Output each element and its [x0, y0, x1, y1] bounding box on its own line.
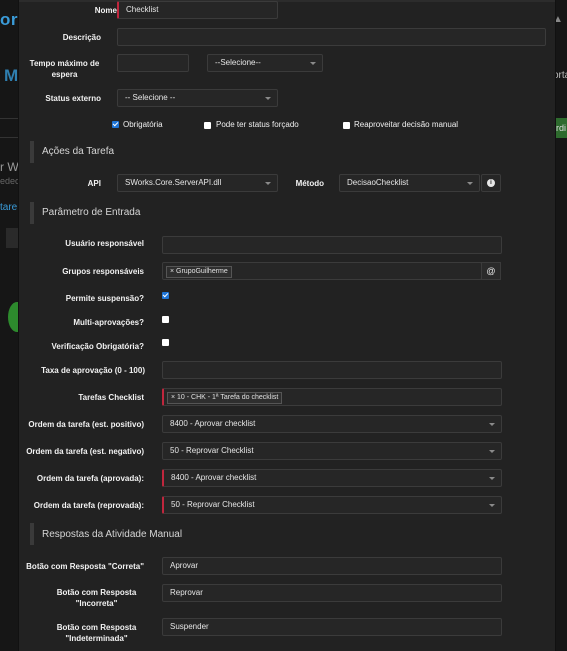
chevron-down-icon — [489, 450, 495, 453]
ordem-aprovada-value: 8400 - Aprovar checklist — [171, 473, 257, 482]
chevron-down-icon — [310, 62, 316, 65]
chevron-down-icon — [489, 504, 495, 507]
suspensao-label: Permite suspensão? — [65, 294, 144, 303]
acoes-section-title: Ações da Tarefa — [42, 146, 115, 157]
suspensao-checkbox[interactable] — [162, 292, 169, 299]
status-externo-select[interactable]: -- Selecione -- — [117, 89, 278, 107]
ordem-positivo-select[interactable]: 8400 - Aprovar checklist — [162, 415, 502, 433]
status-forcado-checkbox[interactable] — [204, 122, 211, 129]
verificacao-label: Verificação Obrigatória? — [51, 342, 144, 351]
chevron-down-icon — [467, 182, 473, 185]
status-externo-select-value: -- Selecione -- — [125, 93, 176, 102]
chevron-down-icon — [489, 423, 495, 426]
chevron-down-icon — [489, 477, 495, 480]
grupos-input[interactable]: × GrupoGuilherme — [162, 262, 482, 280]
ordem-negativo-value: 50 - Reprovar Checklist — [170, 446, 254, 455]
grupos-label: Grupos responsáveis — [62, 267, 144, 276]
background-logo-fragment: M — [4, 66, 19, 85]
api-select[interactable]: SWorks.Core.ServerAPI.dll — [117, 174, 278, 192]
indeterminada-input[interactable]: Suspender — [162, 618, 502, 636]
grupo-tag[interactable]: × GrupoGuilherme — [166, 266, 232, 278]
ordem-aprovada-label: Ordem da tarefa (aprovada): — [36, 474, 144, 483]
reaproveitar-label: Reaproveitar decisão manual — [354, 120, 459, 129]
ordem-reprovada-value: 50 - Reprovar Checklist — [171, 500, 255, 509]
chevron-down-icon — [265, 182, 271, 185]
chevron-down-icon — [265, 97, 271, 100]
metodo-label: Método — [295, 179, 324, 188]
indeterminada-label: Botão com Resposta "Indeterminada" — [56, 623, 137, 643]
nome-label: Nome — [94, 6, 117, 15]
metodo-select-value: DecisaoChecklist — [347, 178, 409, 187]
modal-top-border — [19, 0, 555, 2]
respostas-section-title: Respostas da Atividade Manual — [42, 529, 183, 540]
multi-checkbox[interactable] — [162, 316, 169, 323]
nome-input[interactable]: Checklist — [117, 1, 278, 19]
tempo-unit-select[interactable]: --Selecione-- — [207, 54, 323, 72]
metodo-info-button[interactable]: i — [481, 174, 501, 192]
respostas-section-bar — [30, 523, 34, 545]
ordem-positivo-value: 8400 - Aprovar checklist — [170, 419, 256, 428]
obrigatoria-checkbox[interactable] — [112, 121, 119, 128]
usuario-input[interactable] — [162, 236, 502, 254]
ordem-negativo-label: Ordem da tarefa (est. negativo) — [26, 447, 144, 456]
tempo-unit-select-value: --Selecione-- — [215, 58, 261, 67]
info-icon: i — [487, 179, 495, 187]
api-label: API — [87, 179, 101, 188]
api-select-value: SWorks.Core.ServerAPI.dll — [125, 178, 222, 187]
tempo-input[interactable] — [117, 54, 189, 72]
tarefas-label: Tarefas Checklist — [78, 393, 144, 402]
ordem-reprovada-label: Ordem da tarefa (reprovada): — [33, 501, 144, 510]
at-icon[interactable]: @ — [481, 262, 501, 280]
background-subheading-fragment: edec — [0, 176, 20, 186]
tarefa-tag[interactable]: × 10 - CHK - 1ª Tarefa do checklist — [167, 392, 283, 404]
ordem-positivo-label: Ordem da tarefa (est. positivo) — [28, 420, 144, 429]
incorreta-input[interactable]: Reprovar — [162, 584, 502, 602]
background-strip — [6, 228, 18, 248]
obrigatoria-label: Obrigatória — [123, 120, 163, 129]
verificacao-checkbox[interactable] — [162, 339, 169, 346]
ordem-reprovada-select[interactable]: 50 - Reprovar Checklist — [162, 496, 502, 514]
descricao-label: Descrição — [62, 33, 101, 42]
correta-input[interactable]: Aprovar — [162, 557, 502, 575]
task-modal: Nome Checklist Descrição Tempo máximo de… — [18, 0, 556, 651]
metodo-select[interactable]: DecisaoChecklist — [339, 174, 480, 192]
background-link-fragment: tare — [0, 202, 18, 213]
parametro-section-bar — [30, 202, 34, 224]
tarefas-input[interactable]: × 10 - CHK - 1ª Tarefa do checklist — [162, 388, 502, 406]
reaproveitar-checkbox[interactable] — [343, 122, 350, 129]
background-panel — [0, 118, 19, 138]
descricao-input[interactable] — [117, 28, 546, 46]
correta-label: Botão com Resposta "Correta" — [26, 562, 144, 571]
usuario-label: Usuário responsável — [65, 239, 144, 248]
status-forcado-label: Pode ter status forçado — [216, 120, 299, 129]
parametro-section-title: Parâmetro de Entrada — [42, 207, 141, 218]
ordem-negativo-select[interactable]: 50 - Reprovar Checklist — [162, 442, 502, 460]
multi-label: Multi-aprovações? — [73, 318, 144, 327]
taxa-input[interactable] — [162, 361, 502, 379]
status-externo-label: Status externo — [45, 94, 101, 103]
incorreta-label: Botão com Resposta "Incorreta" — [56, 588, 137, 608]
taxa-label: Taxa de aprovação (0 - 100) — [41, 366, 145, 375]
ordem-aprovada-select[interactable]: 8400 - Aprovar checklist — [162, 469, 502, 487]
tempo-label: Tempo máximo de espera — [29, 59, 100, 79]
acoes-section-bar — [30, 141, 34, 163]
